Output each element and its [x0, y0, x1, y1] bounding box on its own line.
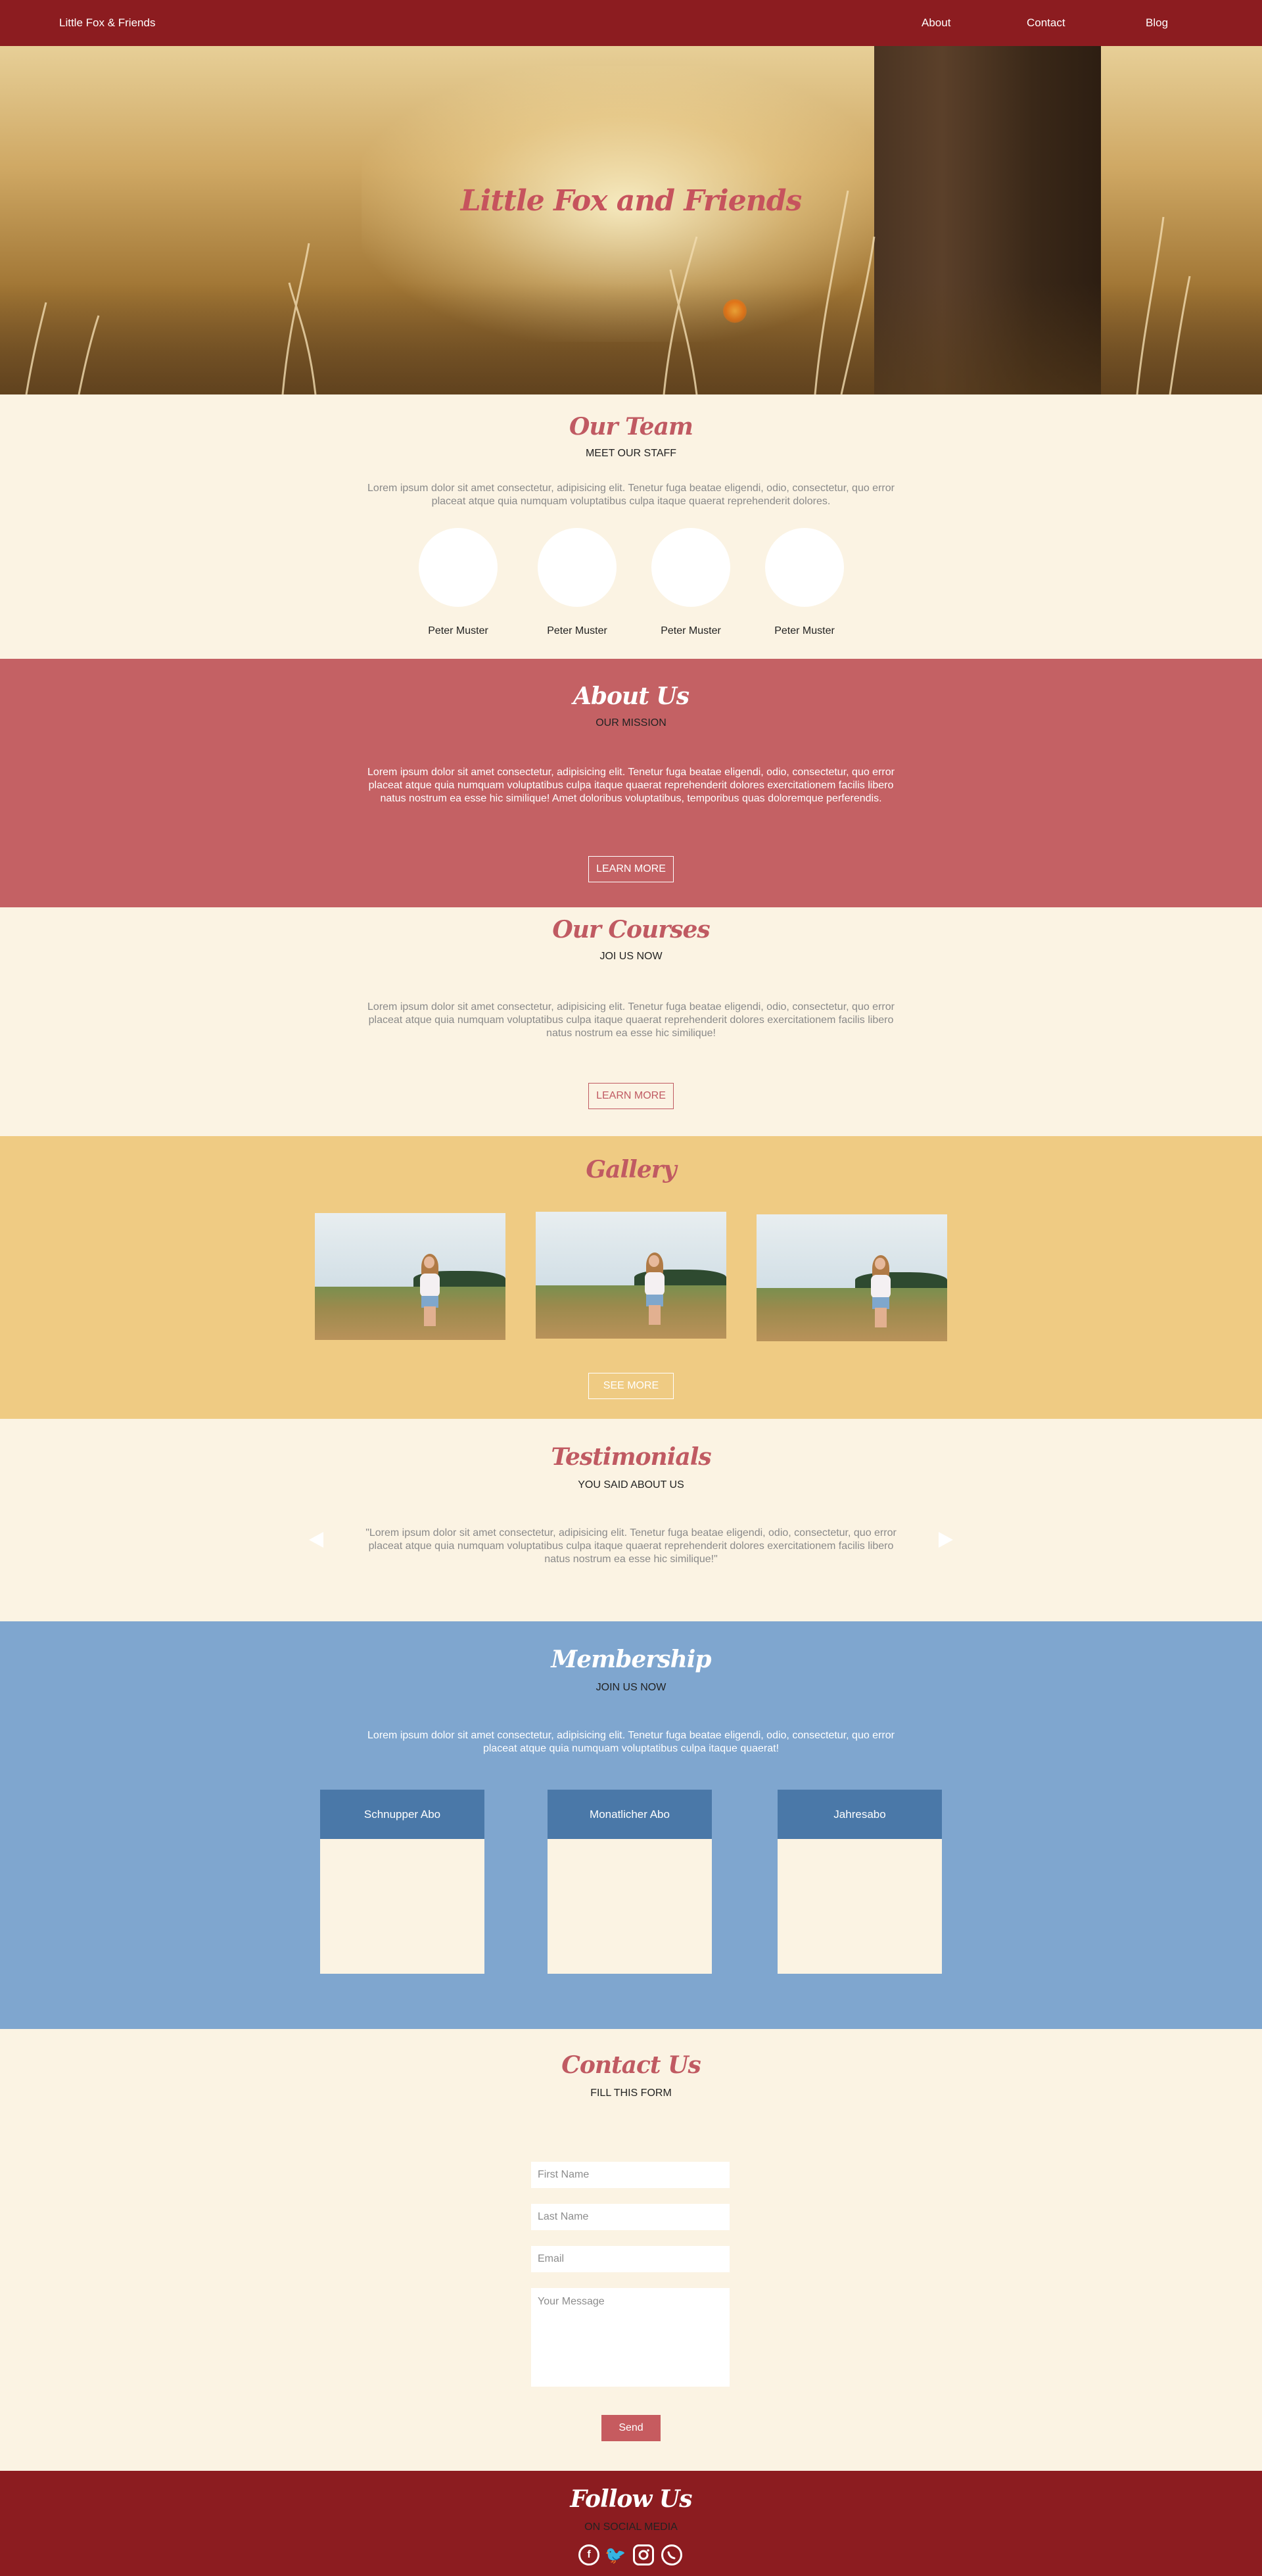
nav-link-contact[interactable]: Contact	[1027, 16, 1065, 30]
team-member-card: Peter Muster	[765, 528, 844, 637]
navbar: Little Fox & Friends About Contact Blog	[0, 0, 1262, 46]
instagram-glyph	[638, 2549, 649, 2560]
gallery-image-girl-legs	[875, 1308, 887, 1327]
gallery-image-girl-face	[649, 1255, 659, 1267]
nav-link-blog[interactable]: Blog	[1146, 16, 1168, 30]
gallery-see-more-button[interactable]: SEE MORE	[588, 1373, 674, 1399]
team-title: Our Team	[569, 413, 693, 441]
team-member-name: Peter Muster	[428, 625, 488, 636]
instagram-icon[interactable]	[633, 2544, 654, 2565]
whatsapp-glyph	[667, 2551, 676, 2560]
plan-card-header: Monatlicher Abo	[548, 1790, 712, 1839]
footer-subtitle: ON SOCIAL MEDIA	[584, 2521, 678, 2533]
team-subtitle: MEET OUR STAFF	[585, 448, 677, 459]
gallery-image[interactable]	[757, 1214, 947, 1341]
hero-banner: Little Fox and Friends	[0, 46, 1262, 394]
twitter-icon[interactable]: 🐦	[605, 2544, 626, 2565]
plan-card-header: Schnupper Abo	[320, 1790, 484, 1839]
gallery-image-girl-legs	[424, 1306, 436, 1326]
gallery-image-field	[536, 1285, 726, 1339]
avatar	[765, 528, 844, 607]
plan-card-schnupper[interactable]: Schnupper Abo	[320, 1790, 484, 1974]
membership-subtitle: JOIN US NOW	[596, 1682, 666, 1693]
membership-description: Lorem ipsum dolor sit amet consectetur, …	[367, 1730, 895, 1754]
footer-title: Follow Us	[570, 2485, 692, 2513]
plan-card-monatlich[interactable]: Monatlicher Abo	[548, 1790, 712, 1974]
gallery-image-girl-shirt	[871, 1275, 891, 1299]
brand-link[interactable]: Little Fox & Friends	[59, 16, 155, 30]
gallery-image-girl-shirt	[645, 1272, 665, 1296]
whatsapp-icon[interactable]	[661, 2544, 682, 2565]
contact-subtitle: FILL THIS FORM	[590, 2087, 672, 2099]
last-name-field[interactable]	[531, 2204, 730, 2230]
gallery-image-field	[315, 1286, 505, 1340]
team-member-card: Peter Muster	[419, 528, 498, 637]
about-description: Lorem ipsum dolor sit amet consectetur, …	[367, 767, 895, 804]
gallery-image-girl-face	[424, 1256, 434, 1268]
team-member-name: Peter Muster	[547, 625, 607, 636]
gallery-image[interactable]	[315, 1213, 505, 1340]
message-field[interactable]	[531, 2288, 730, 2387]
avatar	[651, 528, 730, 607]
team-member-card: Peter Muster	[538, 528, 617, 637]
plan-card-header: Jahresabo	[778, 1790, 942, 1839]
plan-card-jahresabo[interactable]: Jahresabo	[778, 1790, 942, 1974]
courses-description: Lorem ipsum dolor sit amet consectetur, …	[367, 1001, 895, 1039]
gallery-image[interactable]	[536, 1212, 726, 1339]
avatar	[538, 528, 617, 607]
carousel-prev-arrow-icon[interactable]	[309, 1532, 323, 1548]
avatar	[419, 528, 498, 607]
courses-title: Our Courses	[552, 916, 710, 943]
membership-title: Membership	[551, 1646, 711, 1673]
about-subtitle: OUR MISSION	[596, 717, 666, 728]
facebook-icon[interactable]: f	[578, 2544, 599, 2565]
testimonials-subtitle: YOU SAID ABOUT US	[578, 1479, 684, 1491]
email-field[interactable]	[531, 2246, 730, 2272]
team-member-card: Peter Muster	[651, 528, 730, 637]
contact-title: Contact Us	[561, 2051, 701, 2079]
gallery-image-girl-face	[875, 1258, 885, 1270]
testimonial-quote: "Lorem ipsum dolor sit amet consectetur,…	[365, 1527, 897, 1565]
testimonials-title: Testimonials	[551, 1443, 711, 1471]
send-button[interactable]: Send	[601, 2415, 661, 2441]
about-title: About Us	[573, 682, 689, 710]
courses-learn-more-button[interactable]: LEARN MORE	[588, 1083, 674, 1109]
carousel-next-arrow-icon[interactable]	[939, 1532, 953, 1548]
first-name-field[interactable]	[531, 2162, 730, 2188]
about-learn-more-button[interactable]: LEARN MORE	[588, 856, 674, 882]
team-description: Lorem ipsum dolor sit amet consectetur, …	[367, 483, 895, 507]
gallery-image-girl-legs	[649, 1305, 661, 1325]
gallery-image-girl-shirt	[420, 1274, 440, 1297]
hero-title: Little Fox and Friends	[460, 184, 803, 218]
courses-subtitle: JOI US NOW	[599, 951, 663, 962]
gallery-image-field	[757, 1287, 947, 1341]
nav-link-about[interactable]: About	[922, 16, 950, 30]
gallery-title: Gallery	[586, 1156, 676, 1183]
team-member-name: Peter Muster	[774, 625, 835, 636]
hero-grass-stalks	[25, 190, 1191, 394]
team-member-name: Peter Muster	[661, 625, 721, 636]
